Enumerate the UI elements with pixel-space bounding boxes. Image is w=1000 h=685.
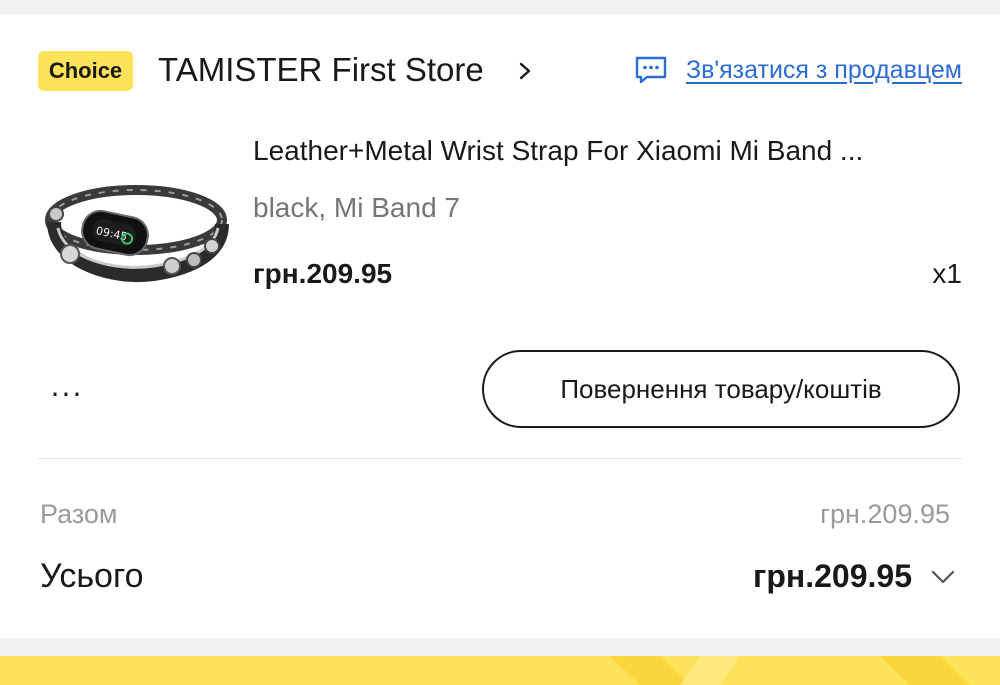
total-value[interactable]: грн.209.95 [753, 554, 912, 598]
product-price: грн.209.95 [253, 258, 393, 289]
chevron-down-icon[interactable] [930, 568, 956, 586]
order-card: Choice TAMISTER First Store Зв'язатися з… [0, 14, 1000, 638]
store-name-link[interactable]: TAMISTER First Store [158, 48, 484, 92]
subtotal-label: Разом [40, 499, 118, 529]
product-title[interactable]: Leather+Metal Wrist Strap For Xiaomi Mi … [253, 131, 963, 171]
return-refund-button[interactable]: Повернення товару/коштів [482, 350, 960, 428]
banner-pattern [610, 656, 970, 685]
wrist-strap-product-image[interactable]: 09:45 [44, 162, 234, 302]
contact-seller-link[interactable]: Зв'язатися з продавцем [634, 48, 962, 92]
divider [38, 458, 962, 459]
total-label: Усього [40, 557, 144, 595]
choice-badge: Choice [38, 51, 133, 91]
chat-bubble-icon [635, 56, 667, 84]
contact-seller-label[interactable]: Зв'язатися з продавцем [686, 56, 962, 85]
product-quantity: x1 [932, 258, 962, 289]
store-header: Choice TAMISTER First Store Зв'язатися з… [38, 48, 962, 92]
product-variant: black, Mi Band 7 [253, 192, 460, 223]
promo-banner[interactable] [0, 656, 1000, 685]
more-options-button[interactable]: ... [44, 372, 90, 402]
subtotal-value: грн.209.95 [820, 499, 950, 529]
chevron-right-icon[interactable] [516, 62, 534, 80]
